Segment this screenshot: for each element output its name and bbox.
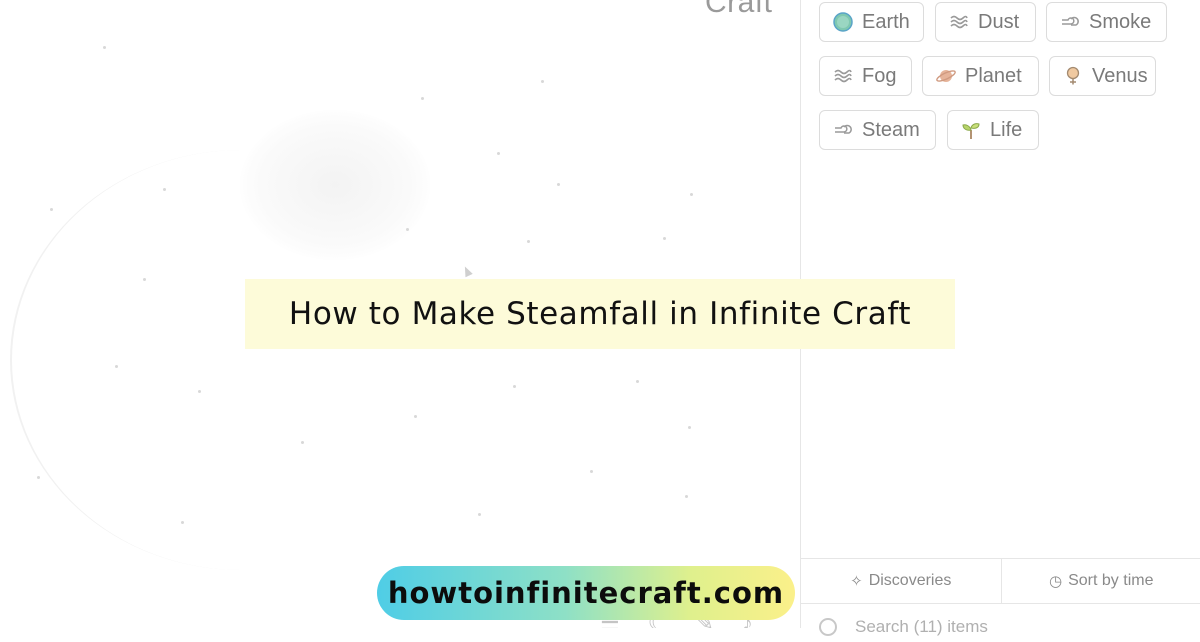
canvas-arc (10, 150, 472, 570)
canvas-dot (115, 365, 118, 368)
canvas-dot (50, 208, 53, 211)
canvas-dot (688, 426, 691, 429)
wind-waves-icon (948, 11, 970, 33)
canvas-dot (181, 521, 184, 524)
canvas-dot (513, 385, 516, 388)
element-item-steam[interactable]: Steam (819, 110, 936, 150)
canvas-dot (478, 513, 481, 516)
canvas-dot (541, 80, 544, 83)
canvas-dot (406, 228, 409, 231)
canvas-dot (163, 188, 166, 191)
element-item-dust[interactable]: Dust (935, 2, 1036, 42)
seedling-icon (960, 119, 982, 141)
canvas-dot (414, 415, 417, 418)
element-label: Life (990, 119, 1022, 142)
ringed-planet-icon (935, 65, 957, 87)
canvas-dot (103, 46, 106, 49)
discoveries-label: Discoveries (869, 572, 952, 590)
canvas-dot (421, 97, 424, 100)
site-url: howtoinfinitecraft.com (388, 576, 784, 610)
element-label: Dust (978, 11, 1019, 34)
site-url-badge: howtoinfinitecraft.com (377, 566, 795, 620)
article-title-banner: How to Make Steamfall in Infinite Craft (245, 279, 955, 349)
search-bar[interactable]: Search (11) items (819, 612, 1189, 642)
clock-icon: ◷ (1049, 572, 1062, 590)
element-item-venus[interactable]: Venus (1049, 56, 1156, 96)
sort-label: Sort by time (1068, 572, 1153, 590)
element-item-smoke[interactable]: Smoke (1046, 2, 1167, 42)
search-icon (819, 618, 837, 636)
canvas-dot (663, 237, 666, 240)
earth-globe-icon (832, 11, 854, 33)
mouse-cursor-icon (461, 265, 472, 277)
element-item-fog[interactable]: Fog (819, 56, 912, 96)
canvas-dot (301, 441, 304, 444)
sort-button[interactable]: ◷ Sort by time (1001, 559, 1200, 603)
canvas-dot (557, 183, 560, 186)
canvas-dot (685, 495, 688, 498)
canvas-dot (636, 380, 639, 383)
canvas-dot (37, 476, 40, 479)
canvas-dot (497, 152, 500, 155)
element-item-planet[interactable]: Planet (922, 56, 1039, 96)
element-label: Fog (862, 65, 896, 88)
canvas-dot (527, 240, 530, 243)
app-logo-text: Craft (705, 0, 773, 20)
discoveries-button[interactable]: ✧ Discoveries (801, 559, 1001, 603)
canvas-dot (590, 470, 593, 473)
search-input[interactable]: Search (11) items (855, 617, 988, 637)
element-item-life[interactable]: Life (947, 110, 1039, 150)
element-item-earth[interactable]: Earth (819, 2, 924, 42)
cloud-puff-icon (1059, 11, 1081, 33)
canvas-dot (143, 278, 146, 281)
venus-icon (1062, 65, 1084, 87)
canvas-dot (198, 390, 201, 393)
sidebar-footer: ✧ Discoveries ◷ Sort by time (801, 558, 1200, 604)
canvas-dot (690, 193, 693, 196)
element-label: Planet (965, 65, 1022, 88)
wind-waves-icon (832, 65, 854, 87)
element-label: Smoke (1089, 11, 1151, 34)
article-title: How to Make Steamfall in Infinite Craft (289, 296, 911, 332)
element-label: Steam (862, 119, 920, 142)
element-label: Earth (862, 11, 910, 34)
sparkle-icon: ✧ (850, 572, 863, 590)
element-label: Venus (1092, 65, 1148, 88)
cloud-puff-icon (832, 119, 854, 141)
